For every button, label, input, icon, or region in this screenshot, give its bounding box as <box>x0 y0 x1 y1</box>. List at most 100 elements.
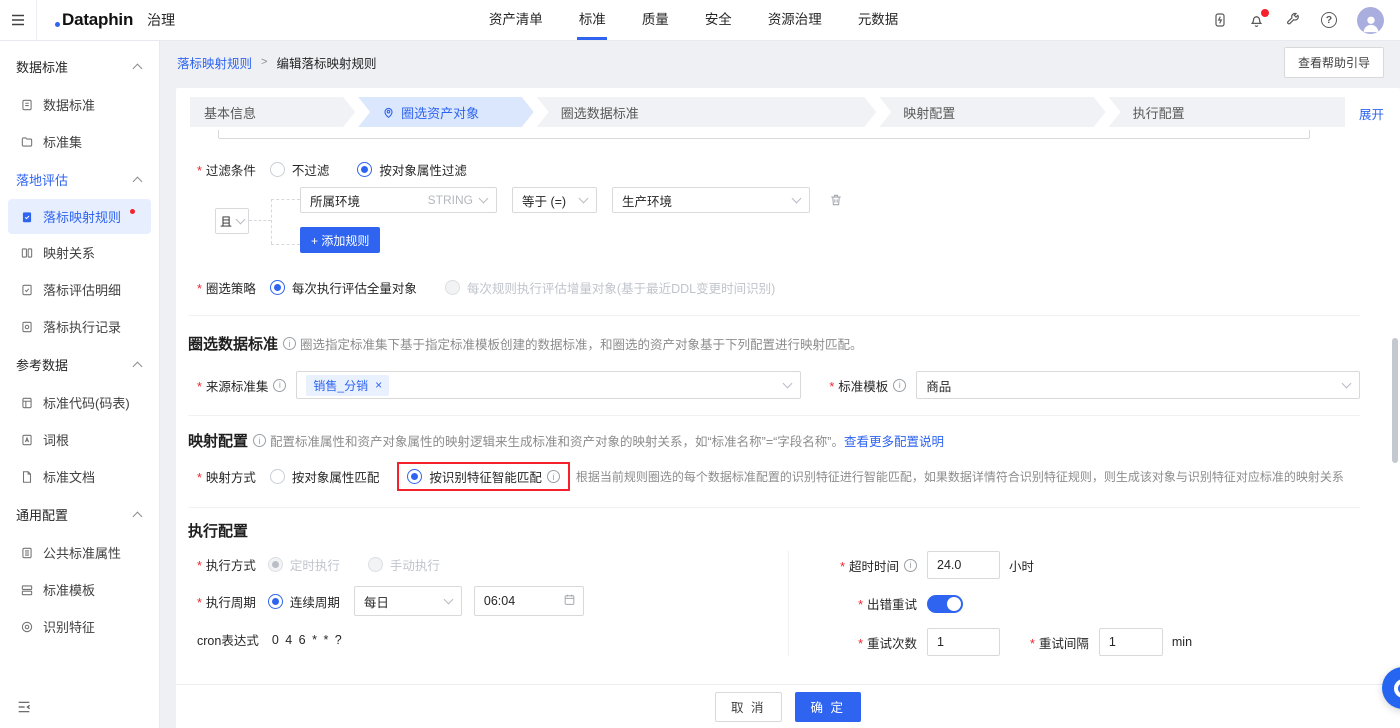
info-icon[interactable] <box>283 337 297 350</box>
bell-icon[interactable] <box>1248 8 1269 29</box>
form-footer: 取 消 确 定 <box>176 684 1400 728</box>
retry-interval-input[interactable] <box>1098 628 1163 656</box>
sidebar-section-reference-data[interactable]: 参考数据 <box>0 345 159 384</box>
nav-item-resource-governance[interactable]: 资源治理 <box>768 0 822 40</box>
info-icon[interactable] <box>904 558 917 572</box>
chevron-up-icon <box>132 63 143 73</box>
rule-value: 生产环境 <box>622 194 673 209</box>
radio-match-by-attr[interactable] <box>269 469 285 484</box>
sidebar-item-standard-set[interactable]: 标准集 <box>0 123 159 160</box>
sidebar-item-exec-record[interactable]: 落标执行记录 <box>0 308 159 345</box>
nav-item-security[interactable]: 安全 <box>705 0 732 40</box>
help-icon[interactable] <box>1321 12 1337 28</box>
nav-item-asset-list[interactable]: 资产清单 <box>489 0 543 40</box>
nav-item-standard[interactable]: 标准 <box>579 0 606 40</box>
view-help-guide-button[interactable]: 查看帮助引导 <box>1283 46 1384 78</box>
sidebar-item-standard-doc[interactable]: 标准文档 <box>0 458 159 495</box>
expand-link[interactable]: 展开 <box>1359 104 1384 123</box>
radio-filter-by-attr-label[interactable]: 按对象属性过滤 <box>379 160 467 179</box>
sidebar-item-mapping-relation[interactable]: 映射关系 <box>0 234 159 271</box>
frequency-select[interactable]: 每日 <box>353 586 462 616</box>
mapping-method-row: 映射方式 按对象属性匹配 按识别特征智能匹配 根据当前规则圈选的每个数据标准配置… <box>197 462 1360 491</box>
sidebar-item-standard-template[interactable]: 标准模板 <box>0 571 159 608</box>
retry-count-label: 重试次数 <box>858 633 917 652</box>
step-exec-config[interactable]: 执行配置 <box>1108 97 1345 127</box>
nav-item-metadata[interactable]: 元数据 <box>858 0 899 40</box>
content-card: 基本信息 圈选资产对象 圈选数据标准 映射配置 执行配置 展开 过滤条件 <box>176 88 1400 728</box>
collapse-sidebar-icon[interactable] <box>16 699 32 715</box>
retry-count-input[interactable] <box>927 628 1000 656</box>
sidebar-item-data-standard[interactable]: 数据标准 <box>0 86 159 123</box>
radio-continuous-cycle[interactable] <box>267 593 283 609</box>
timeout-input[interactable] <box>927 551 1000 579</box>
radio-smart-match-label[interactable]: 按识别特征智能匹配 <box>429 467 542 486</box>
rule-field-select[interactable]: 所属环境 STRING <box>300 187 497 213</box>
confirm-button[interactable]: 确 定 <box>794 691 861 722</box>
location-pin-icon <box>382 106 395 119</box>
radio-incr-eval-label: 每次规则执行评估增量对象(基于最近DDL变更时间识别) <box>466 282 776 296</box>
rule-row: 所属环境 STRING 等于 (=) 生产环境 <box>300 187 843 213</box>
radio-continuous-cycle-label[interactable]: 连续周期 <box>290 592 340 611</box>
step-label: 圈选资产对象 <box>401 105 480 121</box>
step-mapping-config[interactable]: 映射配置 <box>879 97 1105 127</box>
sidebar-item-label: 数据标准 <box>43 98 96 113</box>
product-switcher[interactable]: 治理 <box>147 10 175 30</box>
connector-line <box>249 220 271 221</box>
conjunction-select[interactable]: 且 <box>215 208 249 234</box>
rule-value-select[interactable]: 生产环境 <box>612 187 810 213</box>
cron-row: cron表达式 0 4 6 * * ? <box>197 630 788 649</box>
more-config-link[interactable]: 查看更多配置说明 <box>844 431 944 450</box>
sidebar-item-recognition-feature[interactable]: 识别特征 <box>0 608 159 645</box>
scrollbar-thumb[interactable] <box>1392 338 1398 463</box>
breadcrumb: 落标映射规则 > 编辑落标映射规则 查看帮助引导 <box>161 41 1400 83</box>
sidebar-section-data-standard[interactable]: 数据标准 <box>0 47 159 86</box>
standard-template-select[interactable]: 商品 <box>916 371 1360 399</box>
step-select-assets[interactable]: 圈选资产对象 <box>358 97 534 127</box>
radio-no-filter[interactable] <box>269 162 285 177</box>
info-icon[interactable] <box>546 470 560 483</box>
step-basic-info[interactable]: 基本信息 <box>190 97 355 127</box>
info-icon[interactable] <box>253 434 267 447</box>
sidebar-item-code-table[interactable]: 标准代码(码表) <box>0 384 159 421</box>
sidebar-item-eval-detail[interactable]: 落标评估明细 <box>0 271 159 308</box>
hamburger-menu-icon[interactable] <box>0 0 37 40</box>
rule-operator-select[interactable]: 等于 (=) <box>512 187 597 213</box>
exec-right-column: 超时时间 小时 出错重试 重试次数 重试间隔 <box>788 551 1360 656</box>
retry-toggle[interactable] <box>927 594 963 613</box>
info-icon[interactable] <box>273 378 287 392</box>
time-picker[interactable] <box>473 586 584 616</box>
info-icon[interactable] <box>893 378 907 392</box>
power-icon[interactable] <box>1212 12 1228 28</box>
add-rule-button[interactable]: + 添加规则 <box>300 227 381 253</box>
radio-full-eval-label[interactable]: 每次执行评估全量对象 <box>292 278 417 297</box>
radio-smart-match[interactable] <box>407 469 423 484</box>
radio-filter-by-attr[interactable] <box>357 162 373 177</box>
radio-no-filter-label[interactable]: 不过滤 <box>292 160 330 179</box>
sidebar-section-landing-eval[interactable]: 落地评估 <box>0 160 159 199</box>
sidebar-item-mapping-rule[interactable]: 落标映射规则 <box>8 199 151 234</box>
tag-label: 销售_分销 <box>313 378 369 393</box>
avatar[interactable] <box>1357 6 1384 34</box>
remove-tag-icon[interactable] <box>375 378 382 392</box>
radio-full-eval[interactable] <box>269 280 285 295</box>
standard-template-label: 标准模板 <box>829 376 888 395</box>
step-select-standards[interactable]: 圈选数据标准 <box>537 97 877 127</box>
source-standard-set-select[interactable]: 销售_分销 <box>296 371 802 399</box>
delete-rule-icon[interactable] <box>829 193 843 207</box>
sidebar-item-label: 识别特征 <box>43 620 96 635</box>
sidebar-section-general-config[interactable]: 通用配置 <box>0 495 159 534</box>
nav-item-quality[interactable]: 质量 <box>642 0 669 40</box>
wrench-icon[interactable] <box>1285 12 1301 28</box>
sidebar-item-word-root[interactable]: 词根 <box>0 421 159 458</box>
section-desc: 配置标准属性和资产对象属性的映射逻辑来生成标准和资产对象的映射关系，如“标准名称… <box>270 435 844 449</box>
word-root-icon <box>20 433 34 447</box>
frequency-value: 每日 <box>363 595 389 610</box>
rule-builder: 且 所属环境 STRING 等于 (=) 生产环境 + 添加规则 <box>215 187 1360 255</box>
sidebar-item-public-attrs[interactable]: 公共标准属性 <box>0 534 159 571</box>
cancel-button[interactable]: 取 消 <box>715 691 782 722</box>
dataphin-logo[interactable]: Dataphin <box>55 10 133 30</box>
breadcrumb-parent-link[interactable]: 落标映射规则 <box>177 53 252 72</box>
standards-row: 来源标准集 销售_分销 标准模板 商品 <box>197 371 1360 399</box>
radio-match-by-attr-label[interactable]: 按对象属性匹配 <box>292 467 380 486</box>
connector-line <box>271 244 300 245</box>
